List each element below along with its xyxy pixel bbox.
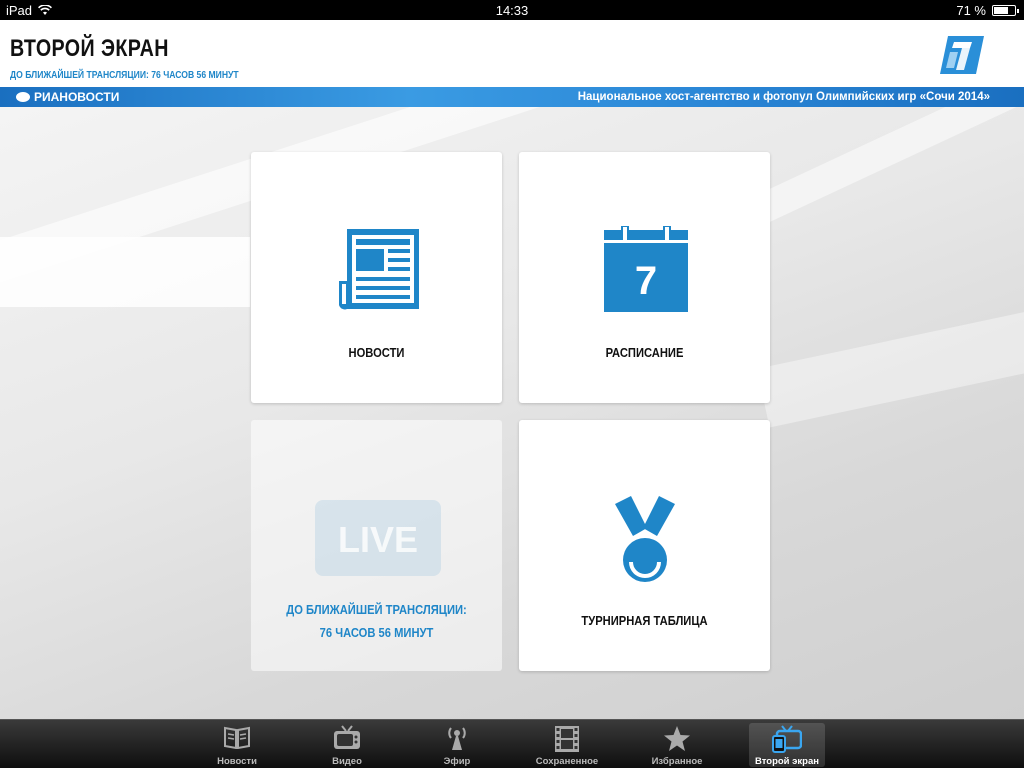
tab-favorites-label: Избранное — [651, 756, 703, 767]
newspaper-icon — [339, 229, 419, 310]
live-countdown-line2: 76 ЧАСОВ 56 МИНУТ — [319, 625, 434, 640]
tab-second-screen-label: Второй экран — [755, 756, 819, 767]
live-tile[interactable]: LIVE ДО БЛИЖАЙШЕЙ ТРАНСЛЯЦИИ: 76 ЧАСОВ 5… — [251, 420, 502, 671]
main-content: НОВОСТИ 7 РАСПИСАНИЕ LIVE ДО БЛИЖАЙШЕЙ Т… — [0, 107, 1024, 719]
status-bar: iPad 14:33 71 % — [0, 0, 1024, 20]
status-battery: 71 % — [956, 3, 1019, 18]
schedule-tile[interactable]: 7 РАСПИСАНИЕ — [519, 152, 770, 403]
background-streak — [0, 237, 250, 307]
app-header: ВТОРОЙ ЭКРАН ДО БЛИЖАЙШЕЙ ТРАНСЛЯЦИИ: 76… — [0, 20, 1024, 87]
calendar-icon: 7 — [604, 226, 688, 312]
channel-one-logo-icon — [940, 36, 984, 74]
page-title: ВТОРОЙ ЭКРАН — [10, 35, 169, 62]
star-icon — [664, 726, 690, 751]
news-tile[interactable]: НОВОСТИ — [251, 152, 502, 403]
tab-bar: Новости Видео Эфир Сохраненное Избранное… — [0, 719, 1024, 768]
live-icon: LIVE — [315, 500, 441, 576]
standings-tile-label: ТУРНИРНАЯ ТАБЛИЦА — [581, 613, 708, 628]
banner-text: Национальное хост-агентство и фотопул Ол… — [577, 91, 990, 103]
live-countdown: ДО БЛИЖАЙШЕЙ ТРАНСЛЯЦИИ: 76 ЧАСОВ 56 МИН… — [269, 598, 485, 644]
news-tile-label: НОВОСТИ — [348, 345, 405, 360]
battery-icon — [992, 5, 1019, 16]
calendar-day: 7 — [635, 259, 657, 303]
antenna-icon — [448, 727, 466, 750]
background-streak — [757, 306, 1024, 428]
tab-broadcast-label: Эфир — [443, 756, 471, 767]
tab-saved-label: Сохраненное — [535, 756, 599, 767]
film-icon — [555, 726, 579, 752]
second-screen-icon — [772, 725, 802, 753]
tab-second-screen[interactable]: Второй экран — [749, 723, 825, 767]
tab-video-label: Видео — [332, 756, 362, 767]
schedule-tile-label: РАСПИСАНИЕ — [605, 345, 684, 360]
ria-globe-icon — [16, 92, 30, 102]
tab-favorites[interactable]: Избранное — [639, 723, 715, 767]
medal-icon — [615, 496, 675, 582]
page-subtitle: ДО БЛИЖАЙШЕЙ ТРАНСЛЯЦИИ: 76 ЧАСОВ 56 МИН… — [10, 70, 239, 81]
tab-news-label: Новости — [217, 756, 257, 767]
tab-news[interactable]: Новости — [199, 723, 275, 767]
ria-brand: РИАНОВОСТИ — [16, 90, 119, 104]
book-icon — [224, 726, 250, 749]
ria-brand-label: РИАНОВОСТИ — [34, 90, 120, 104]
live-countdown-line1: ДО БЛИЖАЙШЕЙ ТРАНСЛЯЦИИ: — [286, 602, 467, 617]
tab-saved[interactable]: Сохраненное — [529, 723, 605, 767]
battery-percent: 71 % — [956, 3, 986, 18]
tab-broadcast[interactable]: Эфир — [419, 723, 495, 767]
ria-banner: РИАНОВОСТИ Национальное хост-агентство и… — [0, 87, 1024, 107]
live-badge: LIVE — [338, 519, 418, 560]
tab-video[interactable]: Видео — [309, 723, 385, 767]
tv-icon — [334, 725, 360, 749]
standings-tile[interactable]: ТУРНИРНАЯ ТАБЛИЦА — [519, 420, 770, 671]
status-time: 14:33 — [495, 3, 529, 18]
